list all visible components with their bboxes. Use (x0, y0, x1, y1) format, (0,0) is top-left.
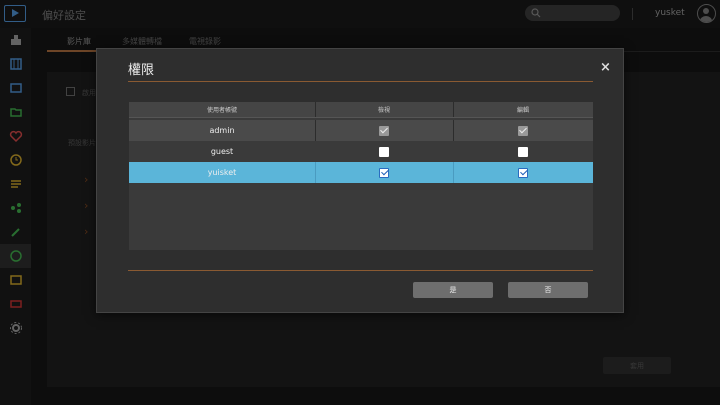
edit-checkbox[interactable] (518, 167, 528, 178)
view-checkbox[interactable] (379, 146, 389, 157)
column-header-view[interactable]: 檢視 (378, 105, 390, 114)
view-checkbox[interactable] (379, 167, 389, 178)
row-username: admin (209, 126, 235, 135)
close-icon[interactable]: × (600, 60, 611, 75)
no-button[interactable]: 否 (508, 282, 588, 298)
yes-button[interactable]: 是 (413, 282, 493, 298)
footer-divider (128, 270, 593, 271)
table-row[interactable]: admin (129, 120, 593, 141)
table-row-selected[interactable]: yuisket (129, 162, 593, 183)
edit-checkbox (518, 125, 528, 136)
column-header-edit[interactable]: 編輯 (517, 105, 529, 114)
permissions-table: 使用者帳號 檢視 編輯 admin guest yuisket (129, 102, 593, 250)
title-divider (128, 81, 593, 82)
edit-checkbox[interactable] (518, 146, 528, 157)
view-checkbox (379, 125, 389, 136)
row-username: guest (210, 147, 234, 156)
row-username: yuisket (207, 168, 237, 177)
dialog-title: 權限 (128, 63, 155, 78)
permissions-dialog: 權限 × 使用者帳號 檢視 編輯 admin guest yuisket 是 否 (96, 48, 624, 313)
table-header: 使用者帳號 檢視 編輯 (129, 102, 593, 118)
column-header-user[interactable]: 使用者帳號 (207, 105, 237, 114)
table-row[interactable]: guest (129, 141, 593, 162)
